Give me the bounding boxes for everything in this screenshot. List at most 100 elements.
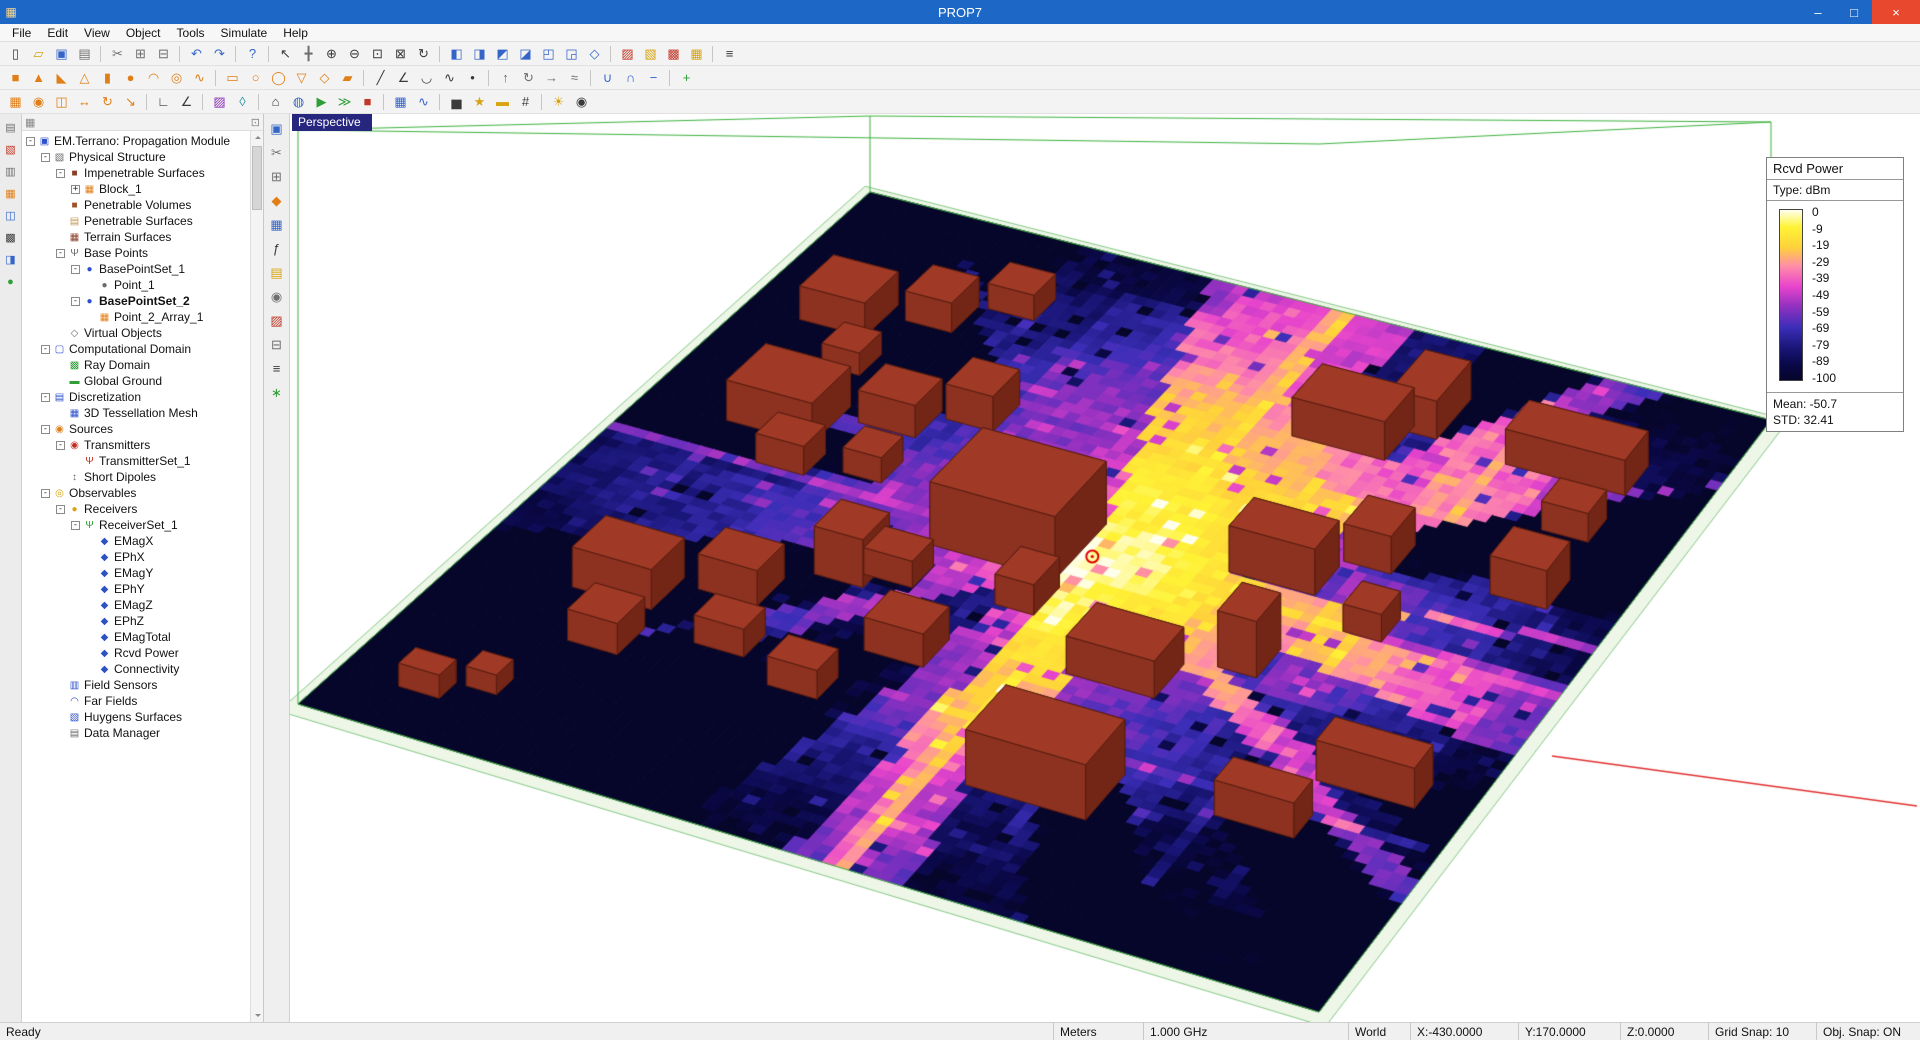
draw-torus-icon[interactable]: ◎ [165,68,188,88]
unfreeze-object-icon[interactable]: ▦ [685,44,708,64]
tree-item[interactable]: ● Point_1 [22,277,263,293]
tree-item[interactable]: ▬ Global Ground [22,373,263,389]
draw-arc-icon[interactable]: ◡ [415,68,438,88]
sweep-icon[interactable]: → [540,68,563,88]
mesh-settings-icon[interactable]: ▦ [389,92,412,112]
tree-item[interactable]: ◆ EPhX [22,549,263,565]
clipboard-icon[interactable]: ⊟ [266,334,287,355]
new-file-icon[interactable]: ▯ [4,44,27,64]
draw-polyline-icon[interactable]: ∠ [392,68,415,88]
scale-object-icon[interactable]: ↘ [119,92,142,112]
snap-grid-icon[interactable]: # [514,92,537,112]
tree-sort-icon[interactable]: ≡ [718,44,741,64]
zoom-in-icon[interactable]: ⊕ [320,44,343,64]
zoom-window-icon[interactable]: ⊡ [366,44,389,64]
show-object-icon[interactable]: ▧ [639,44,662,64]
tree-item[interactable]: - ▤ Discretization [22,389,263,405]
save-file-icon[interactable]: ▣ [50,44,73,64]
open-file-icon[interactable]: ▱ [27,44,50,64]
tree-item[interactable]: ◇ Virtual Objects [22,325,263,341]
frequency-settings-icon[interactable]: ∿ [412,92,435,112]
redo-icon[interactable]: ↷ [208,44,231,64]
revolve-icon[interactable]: ↻ [517,68,540,88]
measure-distance-icon[interactable]: ∟ [152,92,175,112]
draw-wedge-icon[interactable]: ◣ [50,68,73,88]
tree-expander-icon[interactable]: - [41,153,50,162]
tree-item[interactable]: ◆ Rcvd Power [22,645,263,661]
snapshot-icon[interactable]: ◉ [266,286,287,307]
ruler-icon[interactable]: ▬ [491,92,514,112]
world-view-icon[interactable]: ◍ [287,92,310,112]
tree-expander-icon[interactable]: - [41,345,50,354]
menu-tools[interactable]: Tools [169,25,213,41]
tree-item[interactable]: - ● BasePointSet_2 [22,293,263,309]
scroll-up-icon[interactable] [255,136,261,139]
view-bottom-icon[interactable]: ◲ [560,44,583,64]
tree-expander-icon[interactable]: - [71,521,80,530]
tree-item[interactable]: - ▢ Computational Domain [22,341,263,357]
menu-view[interactable]: View [76,25,118,41]
menu-object[interactable]: Object [118,25,169,41]
copy-icon[interactable]: ⊞ [129,44,152,64]
tree-scrollbar[interactable] [250,131,263,1022]
tree-expander-icon[interactable]: - [56,249,65,258]
draw-cone-icon[interactable]: △ [73,68,96,88]
mirror-object-icon[interactable]: ◫ [50,92,73,112]
dock-layers-icon[interactable]: ▥ [1,162,20,181]
dock-physical-icon[interactable]: ▧ [1,140,20,159]
pan-view-icon[interactable]: ╋ [297,44,320,64]
menu-help[interactable]: Help [275,25,316,41]
cut-icon[interactable]: ✂ [106,44,129,64]
dock-geometry-icon[interactable]: ▦ [1,184,20,203]
tree-item[interactable]: ▦ Point_2_Array_1 [22,309,263,325]
tree-item[interactable]: ↕ Short Dipoles [22,469,263,485]
cut-plane-icon[interactable]: ✂ [266,142,287,163]
tree-item[interactable]: - ● BasePointSet_1 [22,261,263,277]
tree-item[interactable]: - Ψ ReceiverSet_1 [22,517,263,533]
tree-item[interactable]: - ◎ Observables [22,485,263,501]
batch-simulation-icon[interactable]: ≫ [333,92,356,112]
solid-view-icon[interactable]: ◆ [266,190,287,211]
tree-item[interactable]: ◆ Connectivity [22,661,263,677]
draw-circle-plate-icon[interactable]: ○ [244,68,267,88]
rotate-object-icon[interactable]: ↻ [96,92,119,112]
boolean-subtract-icon[interactable]: − [642,68,665,88]
loft-icon[interactable]: ≈ [563,68,586,88]
light-settings-icon[interactable]: ☀ [547,92,570,112]
tree-item[interactable]: ◆ EMagTotal [22,629,263,645]
tree-item[interactable]: - ■ Impenetrable Surfaces [22,165,263,181]
plot-results-icon[interactable]: ▅ [445,92,468,112]
paint-materials-icon[interactable]: ▨ [266,310,287,331]
tree-expander-icon[interactable]: - [41,393,50,402]
rotate-view-icon[interactable]: ↻ [412,44,435,64]
draw-triangle-plate-icon[interactable]: ▽ [290,68,313,88]
viewport-3d-canvas[interactable] [290,114,1920,1022]
list-view-icon[interactable]: ≡ [266,358,287,379]
camera-settings-icon[interactable]: ◉ [570,92,593,112]
close-button[interactable]: × [1872,0,1920,24]
dock-views-icon[interactable]: ◨ [1,250,20,269]
draw-sphere-icon[interactable]: ● [119,68,142,88]
maximize-button[interactable]: □ [1836,0,1872,24]
tree-item[interactable]: ◆ EMagY [22,565,263,581]
freeze-object-icon[interactable]: ▩ [662,44,685,64]
hide-object-icon[interactable]: ▨ [616,44,639,64]
favorites-icon[interactable]: ★ [468,92,491,112]
tree-item[interactable]: - ◉ Sources [22,421,263,437]
dock-mesh-icon[interactable]: ▩ [1,228,20,247]
status-object-snap[interactable]: Obj. Snap: ON [1816,1023,1920,1040]
draw-cylinder-icon[interactable]: ▮ [96,68,119,88]
zoom-extents-icon[interactable]: ⊠ [389,44,412,64]
tree-item[interactable]: ◆ EPhZ [22,613,263,629]
tree-expander-icon[interactable]: - [56,169,65,178]
view-top-icon[interactable]: ◰ [537,44,560,64]
tree-item[interactable]: ◆ EMagZ [22,597,263,613]
scroll-thumb[interactable] [252,146,262,210]
view-front-icon[interactable]: ◧ [445,44,468,64]
array-linear-icon[interactable]: ▦ [4,92,27,112]
display-settings-icon[interactable]: ▣ [266,118,287,139]
tree-item[interactable]: - ◉ Transmitters [22,437,263,453]
tree-item[interactable]: - ● Receivers [22,501,263,517]
function-editor-icon[interactable]: ƒ [266,238,287,259]
tree-expander-icon[interactable]: - [71,297,80,306]
